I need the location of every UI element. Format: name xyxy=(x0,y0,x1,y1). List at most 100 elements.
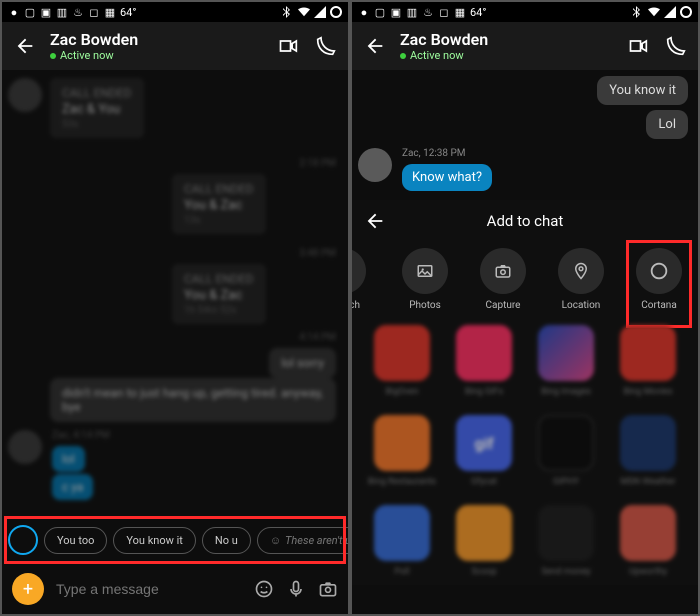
doc-icon: ▥ xyxy=(56,6,68,18)
wifi-icon xyxy=(648,6,660,18)
outgoing-message: Know what? xyxy=(402,164,492,191)
app-tile[interactable]: BigOven xyxy=(366,325,438,397)
cortana-option[interactable] xyxy=(636,248,682,294)
image-icon: ▦ xyxy=(454,6,466,18)
battery-icon xyxy=(680,6,692,18)
audio-call-icon[interactable] xyxy=(316,36,336,56)
option-row: rch Photos Capture xyxy=(352,242,698,317)
notif-icon: ● xyxy=(358,6,370,18)
chat-icon: ▢ xyxy=(374,6,386,18)
message-input[interactable] xyxy=(56,581,242,597)
call-ended-block: CALL ENDED You & Zac 1h 54m 52s xyxy=(172,264,266,324)
cortana-icon[interactable] xyxy=(8,525,38,555)
app-tile[interactable]: Bing Restaurants xyxy=(366,415,438,487)
presence-status: Active now xyxy=(50,49,278,62)
call-ended-block: CALL ENDED Zac & You 53s xyxy=(50,78,144,138)
wifi-icon xyxy=(298,6,310,18)
user-icon: ◻ xyxy=(438,6,450,18)
suggestion-strip: You too You know it No u ☺ These aren't … xyxy=(2,516,348,564)
presence-dot-icon xyxy=(400,53,406,59)
suggestion-pill[interactable]: No u xyxy=(202,527,251,554)
temp-label: 64° xyxy=(120,6,136,19)
add-button[interactable]: + xyxy=(12,573,44,605)
presence-dot-icon xyxy=(50,53,56,59)
chat-icon: ▢ xyxy=(24,6,36,18)
option-label: Location xyxy=(562,300,601,311)
doc-icon: ▥ xyxy=(406,6,418,18)
mic-icon: ♨ xyxy=(72,6,84,18)
video-call-icon[interactable] xyxy=(278,36,298,56)
timestamp: 2:18 PM xyxy=(299,158,336,169)
image-icon: ▦ xyxy=(104,6,116,18)
contact-name: Zac Bowden xyxy=(400,30,628,49)
signal-icon xyxy=(664,6,676,18)
chat-body: You know it Lol Zac, 12:38 PM Know what?… xyxy=(352,70,698,614)
audio-call-icon[interactable] xyxy=(666,36,686,56)
outgoing-message: c ya xyxy=(52,474,93,500)
camera-icon[interactable] xyxy=(318,579,338,599)
location-option[interactable] xyxy=(558,248,604,294)
option-label: rch xyxy=(352,300,360,311)
app-tile[interactable]: MSN Weather xyxy=(612,415,684,487)
option-label: Photos xyxy=(409,300,441,311)
outgoing-message: lol xyxy=(52,446,85,472)
contact-name: Zac Bowden xyxy=(50,30,278,49)
smile-icon: ☺ xyxy=(270,534,281,547)
chat-body: CALL ENDED Zac & You 53s 2:18 PM CALL EN… xyxy=(2,70,348,516)
presence-status: Active now xyxy=(400,49,628,62)
back-icon[interactable] xyxy=(14,35,36,57)
user-icon: ◻ xyxy=(88,6,100,18)
signal-icon xyxy=(314,6,326,18)
incoming-message: didn't mean to just hang up, getting tir… xyxy=(50,378,336,422)
chat-header: Zac Bowden Active now xyxy=(2,22,348,70)
temp-label: 64° xyxy=(470,6,486,19)
avatar xyxy=(8,430,42,464)
incoming-message: You know it xyxy=(597,76,688,105)
option-label: Cortana xyxy=(641,300,677,311)
option-label: Capture xyxy=(486,300,521,311)
app-grid: BigOven Bing GIFs Bing Images Bing Movie… xyxy=(352,317,698,585)
app-tile[interactable]: Upworthy xyxy=(612,505,684,577)
app-tile[interactable]: Bing GIFs xyxy=(448,325,520,397)
avatar xyxy=(8,78,42,112)
app-tile[interactable]: Scoop xyxy=(448,505,520,577)
status-bar: ● ▢ ▣ ▥ ♨ ◻ ▦ 64° xyxy=(2,2,348,22)
incoming-message: lol sorry xyxy=(269,348,336,378)
compose-bar: + xyxy=(2,564,348,614)
mail-icon: ▣ xyxy=(390,6,402,18)
suggestion-pill[interactable]: You too xyxy=(44,527,107,554)
photos-option[interactable] xyxy=(402,248,448,294)
avatar xyxy=(358,148,392,182)
app-tile[interactable]: Send money xyxy=(530,505,602,577)
bluetooth-icon xyxy=(282,6,294,18)
voice-icon[interactable] xyxy=(286,579,306,599)
app-tile[interactable]: GIPHY xyxy=(530,415,602,487)
timestamp: 3:48 PM xyxy=(299,248,336,259)
bluetooth-icon xyxy=(632,6,644,18)
message-meta: Zac, 12:38 PM xyxy=(402,148,466,159)
mail-icon: ▣ xyxy=(40,6,52,18)
timestamp: 4:14 PM xyxy=(299,332,336,343)
suggestion-pill[interactable]: You know it xyxy=(113,527,196,554)
emoji-icon[interactable] xyxy=(254,579,274,599)
back-icon[interactable] xyxy=(364,35,386,57)
app-tile[interactable]: Poll xyxy=(366,505,438,577)
app-tile[interactable]: Bing Movies xyxy=(612,325,684,397)
capture-option[interactable] xyxy=(480,248,526,294)
video-call-icon[interactable] xyxy=(628,36,648,56)
message-meta: Zac, 4:14 PM xyxy=(52,430,110,441)
app-tile[interactable]: Bing Images xyxy=(530,325,602,397)
right-screenshot: ● ▢ ▣ ▥ ♨ ◻ ▦ 64° xyxy=(352,2,698,614)
chat-header: Zac Bowden Active now xyxy=(352,22,698,70)
status-bar: ● ▢ ▣ ▥ ♨ ◻ ▦ 64° xyxy=(352,2,698,22)
battery-icon xyxy=(330,6,342,18)
sheet-title: Add to chat xyxy=(364,212,686,230)
call-ended-block: CALL ENDED You & Zac 13s xyxy=(172,174,266,234)
mic-icon: ♨ xyxy=(422,6,434,18)
search-option[interactable] xyxy=(352,248,366,294)
app-tile[interactable]: gifGfycat xyxy=(448,415,520,487)
notif-icon: ● xyxy=(8,6,20,18)
suggestion-more[interactable]: ☺ These aren't useful xyxy=(257,527,348,554)
left-screenshot: ● ▢ ▣ ▥ ♨ ◻ ▦ 64° xyxy=(2,2,348,614)
add-to-chat-sheet: Add to chat rch Photos xyxy=(352,200,698,585)
